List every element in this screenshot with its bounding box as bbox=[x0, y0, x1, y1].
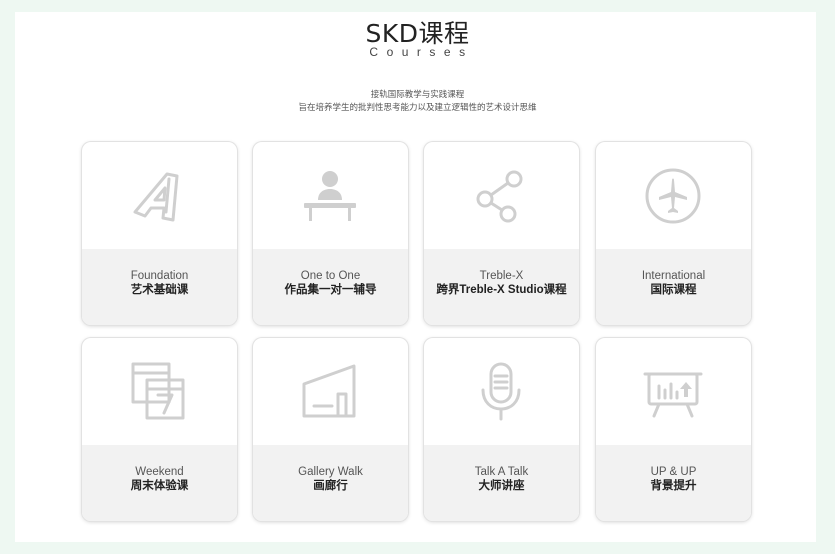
course-card-weekend[interactable]: Weekend 周末体验课 bbox=[82, 338, 237, 521]
airplane-icon bbox=[645, 168, 701, 224]
person-desk-icon bbox=[304, 171, 356, 221]
course-chinese-name: 画廊行 bbox=[313, 480, 348, 492]
course-chinese-name: 国际课程 bbox=[650, 284, 697, 296]
page-description: 接轨国际教学与实践课程 旨在培养学生的批判性思考能力以及建立逻辑性的艺术设计思维 bbox=[0, 88, 835, 114]
microphone-icon bbox=[481, 362, 521, 421]
course-english-name: UP & UP bbox=[650, 466, 697, 478]
course-card-talk-a-talk[interactable]: Talk A Talk 大师讲座 bbox=[424, 338, 579, 521]
course-card-one-to-one[interactable]: One to One 作品集一对一辅导 bbox=[253, 142, 408, 325]
course-chinese-name: 大师讲座 bbox=[478, 480, 525, 492]
description-line-1: 接轨国际教学与实践课程 bbox=[370, 89, 465, 99]
course-card-up-and-up[interactable]: UP & UP 背景提升 bbox=[596, 338, 751, 521]
page-subtitle: Courses bbox=[369, 45, 474, 59]
course-english-name: Gallery Walk bbox=[298, 466, 363, 478]
course-chinese-name: 作品集一对一辅导 bbox=[284, 284, 377, 296]
share-nodes-icon bbox=[476, 170, 523, 223]
course-chinese-name: 跨界Treble-X Studio课程 bbox=[436, 284, 567, 296]
gallery-building-icon bbox=[302, 364, 356, 418]
course-english-name: Talk A Talk bbox=[474, 466, 529, 478]
course-card-international[interactable]: International 国际课程 bbox=[596, 142, 751, 325]
course-english-name: Weekend bbox=[135, 466, 184, 478]
letter-a-icon bbox=[133, 172, 179, 222]
course-english-name: Foundation bbox=[130, 270, 189, 282]
course-chinese-name: 周末体验课 bbox=[130, 480, 189, 492]
course-card-foundation[interactable]: Foundation 艺术基础课 bbox=[82, 142, 237, 325]
course-english-name: Treble-X bbox=[479, 270, 524, 282]
course-english-name: One to One bbox=[300, 270, 361, 282]
course-chinese-name: 艺术基础课 bbox=[130, 284, 189, 296]
course-card-treble-x[interactable]: Treble-X 跨界Treble-X Studio课程 bbox=[424, 142, 579, 325]
course-card-gallery-walk[interactable]: Gallery Walk 画廊行 bbox=[253, 338, 408, 521]
description-line-2: 旨在培养学生的批判性思考能力以及建立逻辑性的艺术设计思维 bbox=[298, 102, 537, 112]
presentation-board-icon bbox=[643, 372, 703, 418]
course-english-name: International bbox=[641, 270, 706, 282]
course-chinese-name: 背景提升 bbox=[650, 480, 697, 492]
calendar-icon bbox=[131, 362, 185, 420]
